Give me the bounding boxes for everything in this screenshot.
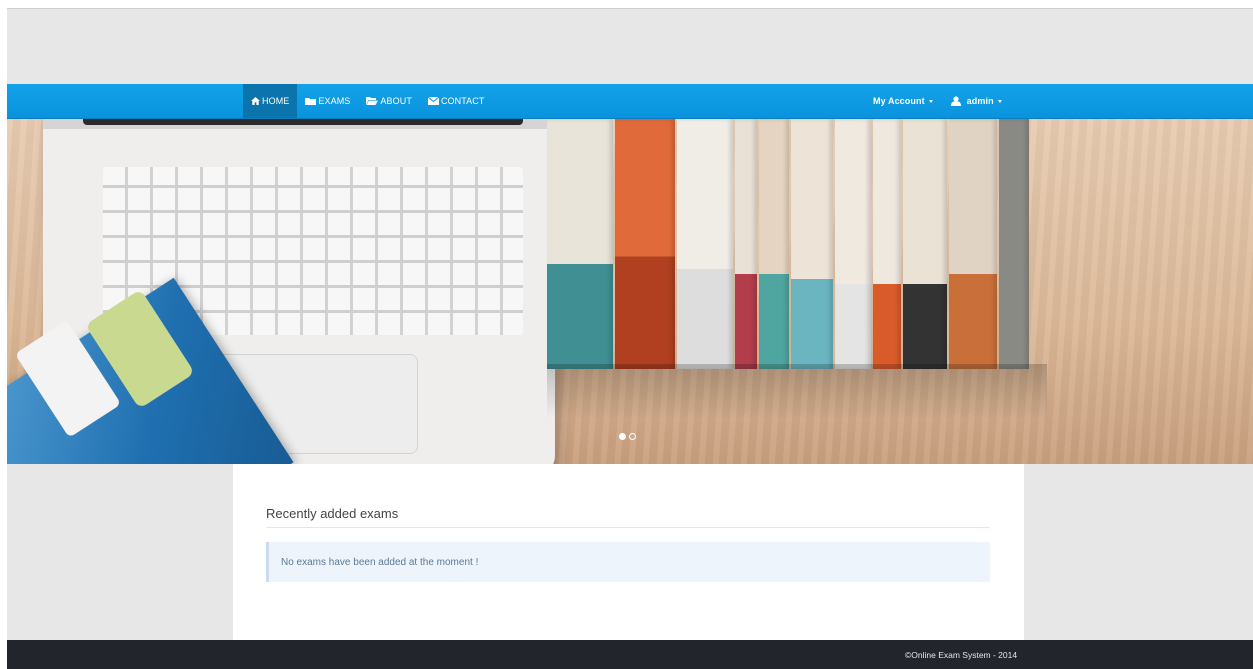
nav-about[interactable]: ABOUT <box>358 84 420 118</box>
empty-exams-message: No exams have been added at the moment ! <box>281 556 479 568</box>
nav-about-label: ABOUT <box>380 96 412 106</box>
carousel-indicator[interactable] <box>629 433 636 440</box>
home-icon <box>251 97 260 105</box>
footer: ©Online Exam System - 2014 <box>7 640 1253 669</box>
caret-down-icon <box>928 99 933 103</box>
footer-copyright: ©Online Exam System - 2014 <box>905 650 1018 660</box>
empty-exams-alert: No exams have been added at the moment ! <box>266 542 990 582</box>
carousel-indicator[interactable] <box>619 433 626 440</box>
nav-contact[interactable]: CONTACT <box>420 84 493 118</box>
carousel-indicators <box>619 433 636 440</box>
user-icon <box>950 96 961 106</box>
section-title: Recently added exams <box>266 506 399 521</box>
books-image <box>547 119 1047 369</box>
nav-home[interactable]: HOME <box>243 84 298 118</box>
user-dropdown[interactable]: admin <box>945 84 1008 118</box>
user-label: admin <box>966 96 994 106</box>
folder-open-icon <box>366 97 379 105</box>
hero-carousel <box>7 119 1253 464</box>
top-navbar: HOME EXAMS ABOUT CONTACT My Account admi… <box>7 84 1253 119</box>
nav-exams[interactable]: EXAMS <box>297 84 358 118</box>
user-nav: My Account admin <box>867 84 1008 118</box>
nav-contact-label: CONTACT <box>440 96 485 106</box>
nav-exams-label: EXAMS <box>318 96 351 106</box>
nav-home-label: HOME <box>262 96 290 106</box>
folder-icon <box>305 98 317 105</box>
my-account-label: My Account <box>873 96 925 106</box>
my-account-dropdown[interactable]: My Account <box>867 84 939 118</box>
caret-down-icon <box>997 99 1002 103</box>
section-divider <box>266 527 990 528</box>
main-content: Recently added exams No exams have been … <box>233 464 1024 640</box>
envelope-icon <box>427 97 439 105</box>
main-nav: HOME EXAMS ABOUT CONTACT <box>243 84 492 118</box>
